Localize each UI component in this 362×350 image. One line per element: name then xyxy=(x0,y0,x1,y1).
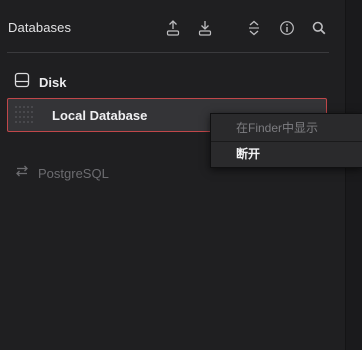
section-postgresql[interactable]: PostgreSQL xyxy=(14,164,109,182)
adjacent-panel-edge xyxy=(345,0,362,350)
swap-arrows-icon xyxy=(14,164,30,183)
export-icon xyxy=(165,19,181,37)
search-button[interactable] xyxy=(310,18,328,38)
menu-item-disconnect[interactable]: 断开 xyxy=(211,142,362,167)
panel-title: Databases xyxy=(8,20,72,35)
search-icon xyxy=(311,20,327,36)
expand-collapse-button[interactable] xyxy=(245,18,263,38)
section-disk[interactable]: Disk xyxy=(14,72,67,93)
context-menu: 在Finder中显示 断开 xyxy=(210,113,362,168)
databases-panel: Databases Disk Local Database PostgreSQL xyxy=(0,0,345,350)
database-name: Local Database xyxy=(52,108,148,123)
section-postgresql-label: PostgreSQL xyxy=(38,165,109,181)
import-button[interactable] xyxy=(196,18,214,38)
database-thumbnail-icon xyxy=(13,103,37,127)
expand-collapse-icon xyxy=(246,19,262,37)
menu-item-show-in-finder: 在Finder中显示 xyxy=(236,121,319,135)
section-disk-label: Disk xyxy=(39,74,67,90)
info-icon xyxy=(279,20,295,36)
import-icon xyxy=(197,19,213,37)
disk-drive-icon xyxy=(14,72,30,93)
export-button[interactable] xyxy=(164,18,182,38)
info-button[interactable] xyxy=(278,18,296,38)
panel-header: Databases xyxy=(0,0,345,53)
header-divider xyxy=(7,52,329,53)
